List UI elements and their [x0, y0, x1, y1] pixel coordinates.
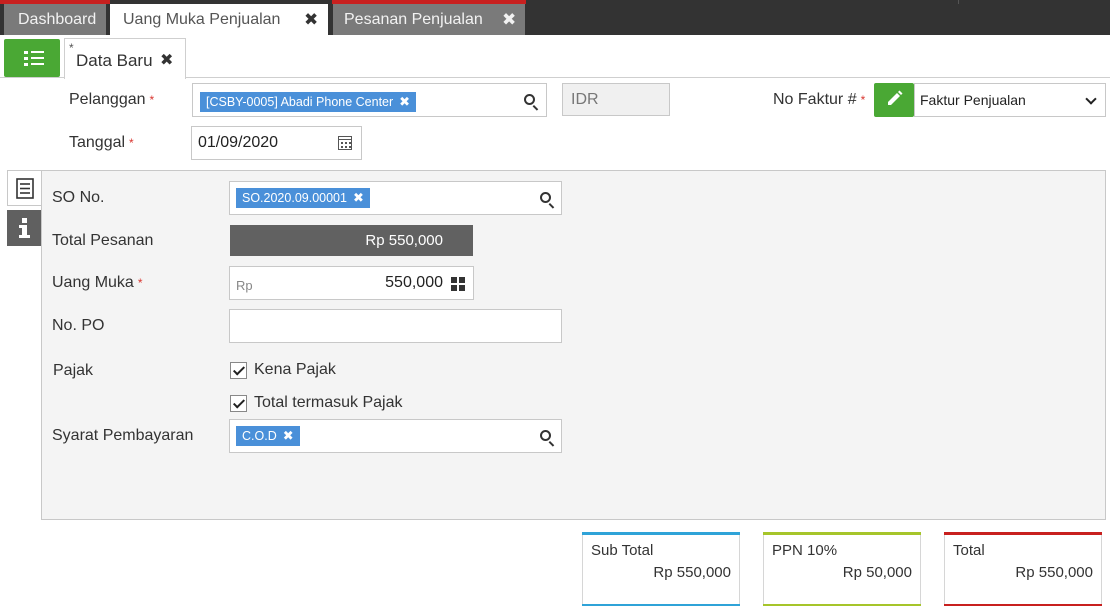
currency-prefix: Rp	[236, 278, 253, 293]
tanggal-label: Tanggal *	[69, 134, 134, 152]
list-icon-bar	[31, 57, 44, 59]
subtotal-accent	[582, 532, 740, 535]
uang-muka-label-text: Uang Muka	[52, 274, 134, 291]
ppn-value: Rp 50,000	[842, 564, 912, 581]
tanggal-label-text: Tanggal	[69, 134, 126, 151]
list-icon	[24, 51, 28, 54]
pelanggan-label: Pelanggan *	[69, 91, 154, 109]
unsaved-marker: *	[69, 41, 74, 55]
list-icon-dot	[24, 63, 28, 66]
faktur-type-value: Faktur Penjualan	[920, 92, 1026, 108]
so-no-label: SO No.	[52, 189, 105, 206]
tab-pesanan-penjualan[interactable]: Pesanan Penjualan ✖	[333, 4, 525, 35]
tanggal-input[interactable]: 01/09/2020	[191, 126, 362, 160]
syarat-pembayaran-input[interactable]: C.O.D ✖	[229, 419, 562, 453]
ppn-label: PPN 10%	[772, 542, 838, 559]
required-mark: *	[860, 93, 866, 107]
chevron-down-icon	[1085, 93, 1097, 105]
top-tab-bar: Dashboard Uang Muka Penjualan ✖ Pesanan …	[0, 0, 1110, 35]
tab-dashboard[interactable]: Dashboard	[4, 4, 106, 35]
list-icon-bar	[31, 51, 44, 53]
ppn-box: PPN 10% Rp 50,000	[763, 532, 921, 606]
chip-remove-icon[interactable]: ✖	[283, 428, 294, 443]
total-termasuk-pajak-checkbox[interactable]	[230, 395, 247, 412]
pelanggan-chip: [CSBY-0005] Abadi Phone Center ✖	[200, 92, 417, 112]
tab-data-baru[interactable]: * Data Baru ✖	[64, 38, 186, 79]
total-pesanan-label: Total Pesanan	[52, 232, 154, 249]
subtotal-label: Sub Total	[591, 542, 654, 559]
list-icon-bar	[31, 63, 44, 65]
document-tab-row: * Data Baru ✖	[0, 35, 1110, 79]
total-termasuk-pajak-label: Total termasuk Pajak	[254, 394, 403, 411]
calendar-icon[interactable]	[338, 136, 352, 150]
pelanggan-input[interactable]: [CSBY-0005] Abadi Phone Center ✖	[192, 83, 547, 117]
close-icon[interactable]: ✖	[502, 4, 516, 35]
total-label: Total	[953, 542, 985, 559]
subtotal-value: Rp 550,000	[653, 564, 731, 581]
list-view-button[interactable]	[4, 39, 60, 77]
list-icon-dot	[24, 57, 28, 60]
search-icon[interactable]	[540, 430, 551, 441]
required-mark: *	[129, 136, 134, 150]
syarat-chip-label: C.O.D	[242, 429, 277, 443]
currency-field: IDR	[562, 83, 670, 116]
pelanggan-chip-label: [CSBY-0005] Abadi Phone Center	[206, 95, 394, 109]
no-po-input[interactable]	[229, 309, 562, 343]
tab-data-baru-label: Data Baru	[76, 51, 153, 70]
subtotal-box: Sub Total Rp 550,000	[582, 532, 740, 606]
chip-remove-icon[interactable]: ✖	[353, 190, 364, 205]
total-box: Total Rp 550,000	[944, 532, 1102, 606]
faktur-type-select[interactable]: Faktur Penjualan	[914, 83, 1106, 117]
search-icon[interactable]	[540, 192, 551, 203]
no-faktur-label: No Faktur # *	[773, 91, 865, 109]
so-no-input[interactable]: SO.2020.09.00001 ✖	[229, 181, 562, 215]
uang-muka-input[interactable]: Rp 550,000	[229, 266, 474, 300]
kena-pajak-checkbox[interactable]	[230, 362, 247, 379]
edit-faktur-button[interactable]	[874, 83, 914, 117]
syarat-pembayaran-label: Syarat Pembayaran	[52, 427, 194, 444]
tab-dashboard-label: Dashboard	[18, 11, 97, 28]
tab-form-detail[interactable]	[7, 170, 42, 206]
pajak-label: Pajak	[53, 362, 94, 379]
uang-muka-label: Uang Muka *	[52, 274, 143, 292]
required-mark: *	[149, 93, 155, 107]
pencil-icon	[888, 90, 903, 105]
close-icon[interactable]: ✖	[160, 50, 173, 70]
uang-muka-value: 550,000	[385, 274, 443, 291]
required-mark: *	[137, 276, 143, 290]
tab-uang-muka-label: Uang Muka Penjualan	[123, 11, 281, 28]
so-no-chip-label: SO.2020.09.00001	[242, 191, 347, 205]
calculator-icon[interactable]	[451, 277, 465, 291]
total-accent	[944, 532, 1102, 535]
close-icon[interactable]: ✖	[304, 4, 318, 35]
tanggal-value: 01/09/2020	[198, 134, 279, 151]
tab-uang-muka-penjualan[interactable]: Uang Muka Penjualan ✖	[110, 4, 328, 35]
detail-panel	[41, 170, 1106, 520]
chip-remove-icon[interactable]: ✖	[399, 94, 410, 109]
syarat-chip: C.O.D ✖	[236, 426, 300, 446]
total-value: Rp 550,000	[1015, 564, 1093, 581]
so-no-chip: SO.2020.09.00001 ✖	[236, 188, 370, 208]
no-faktur-label-text: No Faktur #	[773, 91, 857, 108]
tab-pesanan-label: Pesanan Penjualan	[344, 11, 483, 28]
search-icon[interactable]	[524, 94, 535, 105]
document-list-icon	[16, 178, 34, 199]
tab-info[interactable]	[7, 210, 42, 246]
ppn-accent	[763, 532, 921, 535]
tab-separator	[958, 0, 959, 4]
info-icon	[19, 218, 30, 238]
kena-pajak-label: Kena Pajak	[254, 361, 336, 378]
no-po-label: No. PO	[52, 317, 105, 334]
total-pesanan-value: Rp 550,000	[230, 225, 473, 256]
pelanggan-label-text: Pelanggan	[69, 91, 146, 108]
